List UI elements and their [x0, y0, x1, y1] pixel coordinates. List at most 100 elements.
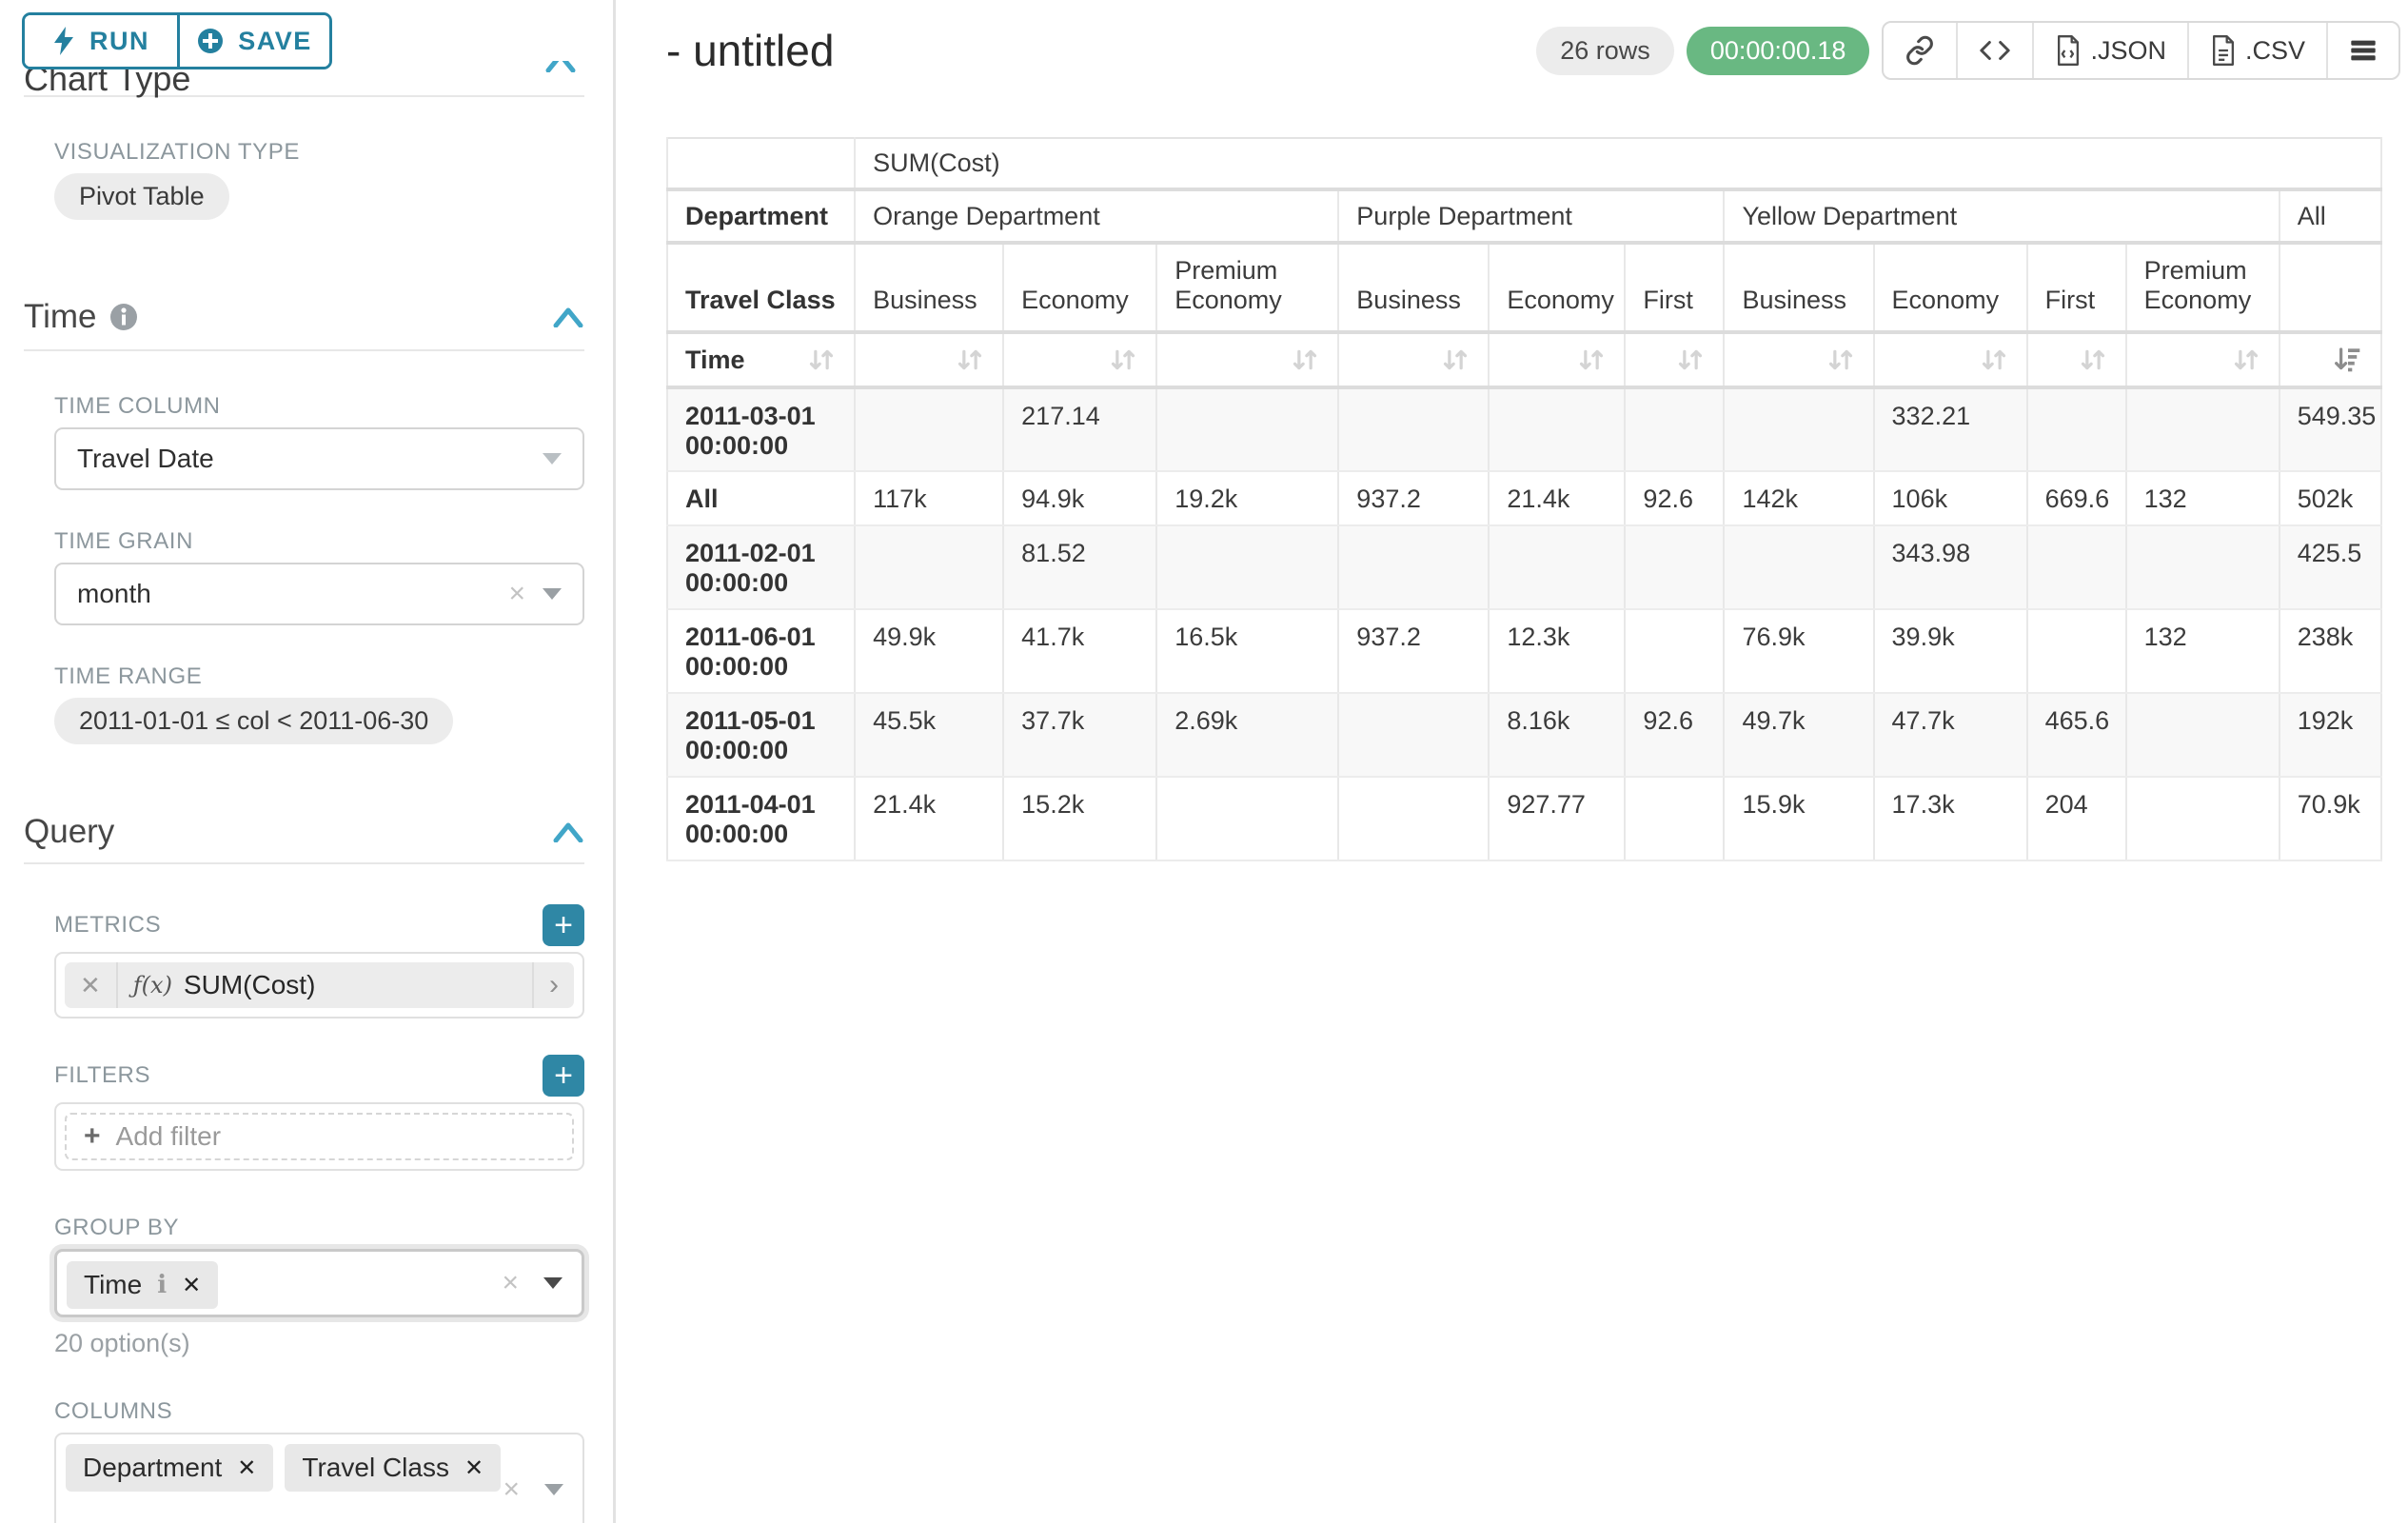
- plus-circle-icon: [197, 28, 224, 54]
- chevron-up-icon[interactable]: [552, 307, 584, 327]
- chevron-up-icon[interactable]: [552, 821, 584, 842]
- pivot-class-header: First: [2027, 243, 2126, 332]
- pivot-value-cell: [1156, 777, 1338, 860]
- pivot-value-cell: 49.9k: [855, 609, 1003, 693]
- pivot-value-cell: 12.3k: [1489, 609, 1625, 693]
- pivot-value-cell: 76.9k: [1724, 609, 1873, 693]
- time-column-select[interactable]: Travel Date: [54, 427, 584, 490]
- csv-file-icon: [2210, 35, 2237, 66]
- export-json-label: .JSON: [2090, 36, 2166, 66]
- remove-metric-icon[interactable]: ✕: [65, 962, 118, 1008]
- chevron-down-icon: [543, 588, 562, 600]
- pivot-value-cell: [1156, 525, 1338, 609]
- columns-select[interactable]: Department✕Travel Class✕ ×: [54, 1433, 584, 1523]
- sort-column-button[interactable]: [1625, 332, 1724, 387]
- sort-column-button[interactable]: [1724, 332, 1873, 387]
- info-icon: i: [157, 1271, 167, 1299]
- pivot-value-cell: [1338, 693, 1489, 777]
- selected-option-tag[interactable]: Timei✕: [67, 1261, 218, 1309]
- control-panel: Chart Type RUN SAVE VISUALIZATION TYPE P…: [0, 0, 616, 1523]
- pivot-row-label: 2011-06-01 00:00:00: [667, 609, 855, 693]
- share-link-button[interactable]: [1884, 23, 1956, 78]
- remove-tag-icon[interactable]: ✕: [464, 1454, 484, 1482]
- menu-button[interactable]: [2326, 23, 2398, 78]
- pivot-value-cell: [2027, 387, 2126, 471]
- selected-option-tag[interactable]: Travel Class✕: [285, 1444, 501, 1492]
- export-csv-button[interactable]: .CSV: [2187, 23, 2326, 78]
- sort-column-button[interactable]: [1874, 332, 2027, 387]
- remove-tag-icon[interactable]: ✕: [237, 1454, 256, 1482]
- pivot-value-cell: 94.9k: [1003, 471, 1156, 525]
- viz-type-pill[interactable]: Pivot Table: [54, 173, 229, 220]
- embed-code-button[interactable]: [1956, 23, 2032, 78]
- export-json-button[interactable]: .JSON: [2032, 23, 2187, 78]
- clear-icon[interactable]: ×: [503, 1475, 520, 1504]
- pivot-row-axis-time[interactable]: Time: [667, 332, 855, 387]
- pivot-value-cell: 937.2: [1338, 609, 1489, 693]
- add-filter-button[interactable]: + Add filter: [65, 1113, 574, 1160]
- table-row: 2011-06-01 00:00:0049.9k41.7k16.5k937.21…: [667, 609, 2381, 693]
- sort-column-button[interactable]: [1003, 332, 1156, 387]
- pivot-row-label: All: [667, 471, 855, 525]
- pivot-value-cell: 17.3k: [1874, 777, 2027, 860]
- chevron-down-icon: [543, 453, 562, 465]
- metric-pill[interactable]: ✕ ƒ(x) SUM(Cost) ›: [65, 962, 574, 1008]
- pivot-value-cell: [1625, 387, 1724, 471]
- pivot-value-cell: [1489, 525, 1625, 609]
- sort-column-button[interactable]: [1156, 332, 1338, 387]
- group-by-select[interactable]: Timei✕ ×: [54, 1249, 584, 1317]
- pivot-value-cell: [1489, 387, 1625, 471]
- pivot-value-cell: [1625, 525, 1724, 609]
- pivot-row-label: 2011-04-01 00:00:00: [667, 777, 855, 860]
- pivot-value-cell: 132: [2126, 471, 2280, 525]
- sort-icon: [806, 345, 837, 375]
- plus-icon: +: [554, 1059, 573, 1092]
- pivot-department-header: Yellow Department: [1724, 189, 2279, 243]
- info-icon: [109, 303, 138, 331]
- pivot-value-cell: 132: [2126, 609, 2280, 693]
- remove-tag-icon[interactable]: ✕: [182, 1272, 201, 1299]
- pivot-class-header: Business: [1724, 243, 1873, 332]
- time-section-header[interactable]: Time: [24, 298, 584, 336]
- pivot-class-header: Business: [1338, 243, 1489, 332]
- clear-icon[interactable]: ×: [502, 1269, 519, 1297]
- pivot-value-cell: 465.6: [2027, 693, 2126, 777]
- add-filter-label: Add filter: [116, 1121, 222, 1152]
- clear-icon[interactable]: ×: [508, 580, 525, 608]
- sort-icon: [1979, 345, 2009, 375]
- time-section-title: Time: [24, 298, 96, 336]
- add-filter-plus-button[interactable]: +: [543, 1055, 584, 1097]
- pivot-value-cell: 117k: [855, 471, 1003, 525]
- sort-column-button[interactable]: [2027, 332, 2126, 387]
- selected-option-tag[interactable]: Department✕: [66, 1444, 273, 1492]
- sort-icon: [1675, 345, 1706, 375]
- pivot-value-cell: 70.9k: [2280, 777, 2381, 860]
- filters-box: + Add filter: [54, 1102, 584, 1171]
- run-button[interactable]: RUN: [25, 15, 177, 67]
- pivot-value-cell: 15.2k: [1003, 777, 1156, 860]
- chevron-down-icon: [543, 1277, 563, 1289]
- sort-column-button[interactable]: [2126, 332, 2280, 387]
- time-grain-value: month: [77, 579, 508, 609]
- sort-column-button[interactable]: [1338, 332, 1489, 387]
- chart-panel: - untitled 26 rows 00:00:00.18 .JSON: [616, 0, 2408, 1523]
- pivot-value-cell: 21.4k: [1489, 471, 1625, 525]
- save-button[interactable]: SAVE: [177, 15, 329, 67]
- plus-icon: +: [554, 909, 573, 941]
- sort-column-button[interactable]: [1489, 332, 1625, 387]
- pivot-value-cell: 19.2k: [1156, 471, 1338, 525]
- time-range-pill[interactable]: 2011-01-01 ≤ col < 2011-06-30: [54, 698, 453, 744]
- plus-icon: +: [84, 1120, 101, 1153]
- pivot-value-cell: [1338, 525, 1489, 609]
- metric-name: SUM(Cost): [184, 970, 315, 1000]
- page-title[interactable]: - untitled: [666, 25, 834, 76]
- pivot-value-cell: 502k: [2280, 471, 2381, 525]
- timer-badge: 00:00:00.18: [1687, 27, 1870, 75]
- add-metric-button[interactable]: +: [543, 904, 584, 946]
- sort-icon: [2078, 345, 2108, 375]
- sort-column-button[interactable]: [855, 332, 1003, 387]
- query-section-header[interactable]: Query: [24, 813, 584, 851]
- time-grain-select[interactable]: month ×: [54, 563, 584, 625]
- sort-column-button[interactable]: [2280, 332, 2381, 387]
- chevron-right-icon[interactable]: ›: [532, 962, 574, 1008]
